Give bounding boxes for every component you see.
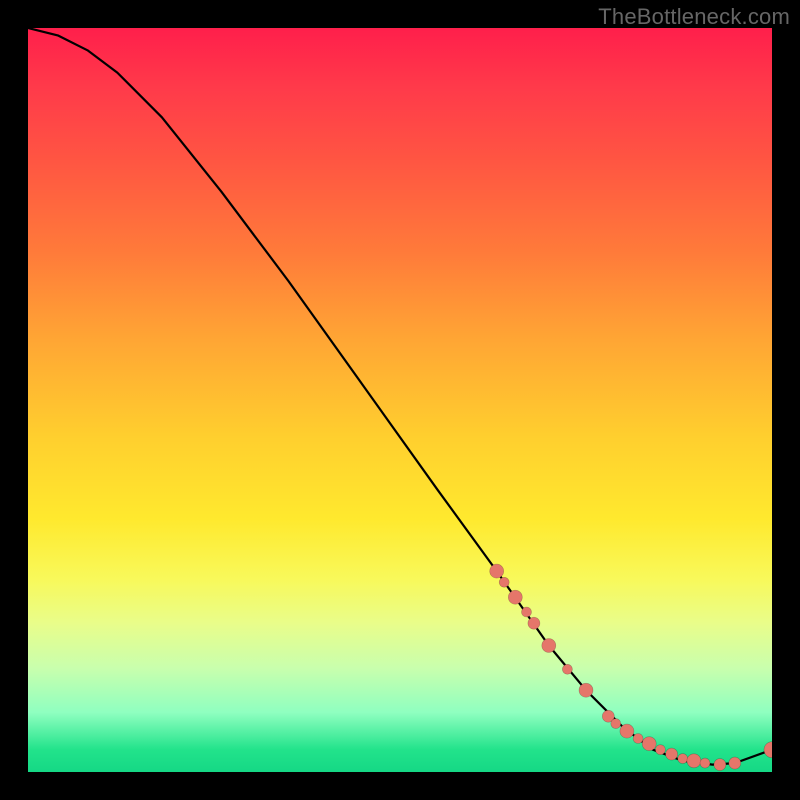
data-point	[490, 564, 504, 578]
data-point	[687, 754, 701, 768]
data-point	[528, 617, 540, 629]
data-point	[655, 745, 665, 755]
chart-svg	[28, 28, 772, 772]
data-point	[729, 757, 741, 769]
data-point	[611, 719, 621, 729]
data-point	[542, 639, 556, 653]
data-point	[499, 577, 509, 587]
data-point	[508, 590, 522, 604]
data-point	[579, 683, 593, 697]
data-point	[522, 607, 532, 617]
data-point	[562, 664, 572, 674]
data-point	[700, 758, 710, 768]
data-point	[678, 754, 688, 764]
chart-stage: TheBottleneck.com	[0, 0, 800, 800]
data-point	[666, 748, 678, 760]
marker-group	[490, 564, 772, 771]
data-point	[642, 737, 656, 751]
data-point	[633, 734, 643, 744]
data-point	[620, 724, 634, 738]
data-point	[764, 742, 772, 758]
watermark-text: TheBottleneck.com	[598, 4, 790, 30]
bottleneck-curve	[28, 28, 772, 765]
plot-area	[28, 28, 772, 772]
data-point	[714, 759, 726, 771]
